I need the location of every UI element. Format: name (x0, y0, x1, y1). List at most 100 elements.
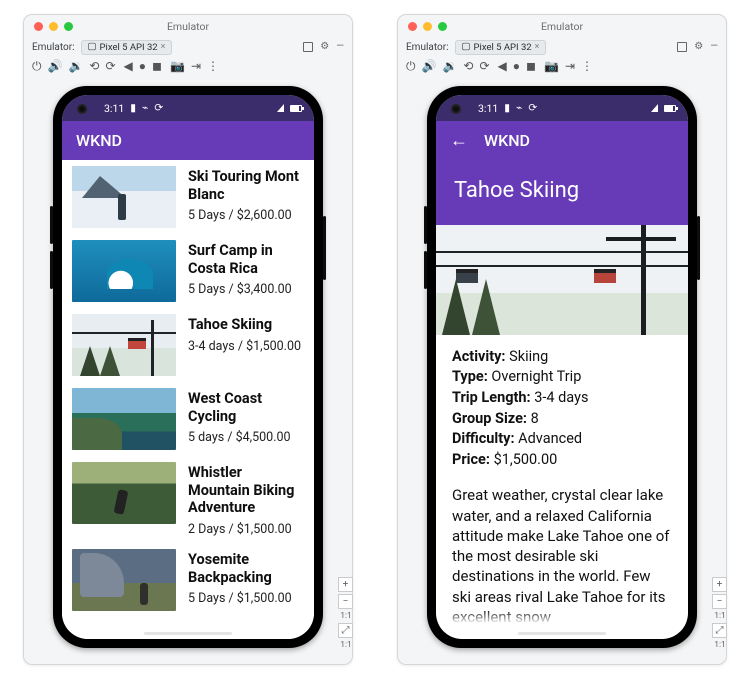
minimize-panel-icon[interactable]: — (710, 42, 718, 52)
volume-down-button[interactable] (50, 251, 53, 289)
overview-icon[interactable]: ◼ (152, 60, 162, 72)
screenshot-icon[interactable]: 📷 (170, 60, 185, 72)
status-bar: 3:11 ▮ ⌁ ⟳ (62, 95, 314, 121)
rotate-left-icon[interactable]: ⟲ (89, 60, 99, 72)
status-bar: 3:11 ▮ ⌁ ⟳ (436, 95, 688, 121)
step-icon[interactable]: ⇥ (565, 60, 575, 72)
volume-down-icon[interactable]: 🔉 (68, 60, 83, 72)
window-title: Emulator (24, 20, 352, 33)
detail-body[interactable]: Activity: Skiing Type: Overnight Trip Tr… (436, 335, 688, 639)
rotate-right-icon[interactable]: ⟳ (479, 60, 489, 72)
device-tab[interactable]: ▢ Pixel 5 API 32 × (81, 40, 173, 55)
volume-up-button[interactable] (424, 206, 427, 244)
more-icon[interactable]: ⋮ (581, 60, 593, 72)
window-mode-icon[interactable] (677, 42, 687, 52)
app-bar: ← WKND (436, 121, 688, 160)
device-frame: 3:11 ▮ ⌁ ⟳ WKND (53, 86, 323, 648)
list-item[interactable]: Yosemite Backpacking 5 Days / $1,500.00 (62, 543, 314, 617)
item-title: Surf Camp in Costa Rica (188, 242, 304, 277)
rotate-right-icon[interactable]: ⟳ (105, 60, 115, 72)
emulator-window-list: Emulator Emulator: ▢ Pixel 5 API 32 × ⚙ … (23, 14, 353, 665)
volume-down-icon[interactable]: 🔉 (442, 60, 457, 72)
list-item[interactable]: Whistler Mountain Biking Adventure 2 Day… (62, 456, 314, 543)
zoom-fit-button[interactable]: ⤢ (712, 623, 727, 638)
front-camera (77, 104, 87, 114)
back-icon[interactable]: ◀ (498, 60, 507, 72)
list-item[interactable]: Ski Touring Mont Blanc 5 Days / $2,600.0… (62, 160, 314, 234)
detail-description: Great weather, crystal clear lake water,… (452, 485, 672, 627)
thumbnail-image (72, 388, 176, 450)
emulator-toolbar: ⏻ 🔊 🔉 ⟲ ⟳ ◀ ● ◼ 📷 ⇥ ⋮ (398, 57, 726, 77)
emulator-window-detail: Emulator Emulator: ▢ Pixel 5 API 32 × ⚙ … (397, 14, 727, 665)
rotate-left-icon[interactable]: ⟲ (463, 60, 473, 72)
device-tab-label: Pixel 5 API 32 (100, 42, 158, 53)
power-icon[interactable]: ⏻ (406, 60, 416, 72)
zoom-label: 1:1 (712, 640, 728, 650)
debug-icon: ⌁ (142, 103, 148, 114)
close-tab-icon[interactable]: × (535, 42, 540, 52)
home-icon[interactable]: ● (139, 60, 146, 72)
sync-icon: ⟳ (154, 103, 163, 114)
volume-down-button[interactable] (424, 251, 427, 289)
volume-up-button[interactable] (50, 206, 53, 244)
thumbnail-image (72, 462, 176, 524)
overview-icon[interactable]: ◼ (526, 60, 536, 72)
more-icon[interactable]: ⋮ (207, 60, 219, 72)
item-subtitle: 5 Days / $1,500.00 (188, 591, 304, 606)
gear-icon[interactable]: ⚙ (694, 42, 703, 52)
thumbnail-image (72, 549, 176, 611)
back-arrow-icon[interactable]: ← (450, 132, 468, 150)
app-bar: WKND (62, 121, 314, 160)
list-item[interactable]: Tahoe Skiing 3-4 days / $1,500.00 (62, 308, 314, 382)
debug-icon: ⌁ (516, 103, 522, 114)
gear-icon[interactable]: ⚙ (320, 42, 329, 52)
item-title: Yosemite Backpacking (188, 551, 304, 586)
screenshot-icon[interactable]: 📷 (544, 60, 559, 72)
notification-icon: ▮ (504, 103, 510, 114)
status-time: 3:11 (104, 102, 124, 115)
gesture-bar[interactable] (144, 632, 232, 635)
back-icon[interactable]: ◀ (124, 60, 133, 72)
detail-title: Tahoe Skiing (454, 178, 579, 203)
adventure-list[interactable]: Ski Touring Mont Blanc 5 Days / $2,600.0… (62, 160, 314, 639)
close-tab-icon[interactable]: × (161, 42, 166, 52)
list-item[interactable]: West Coast Cycling 5 days / $4,500.00 (62, 382, 314, 456)
zoom-in-button[interactable]: + (338, 577, 353, 592)
field-group-size: Group Size: 8 (452, 409, 672, 429)
window-titlebar[interactable]: Emulator (24, 15, 352, 37)
zoom-fit-button[interactable]: ⤢ (338, 623, 353, 638)
window-mode-icon[interactable] (303, 42, 313, 52)
volume-up-icon[interactable]: 🔊 (48, 60, 63, 72)
volume-up-icon[interactable]: 🔊 (422, 60, 437, 72)
device-icon: ▢ (88, 42, 97, 52)
field-difficulty: Difficulty: Advanced (452, 429, 672, 449)
item-subtitle: 5 Days / $2,600.00 (188, 208, 304, 223)
signal-icon (277, 104, 284, 112)
power-button[interactable] (697, 216, 700, 280)
emulator-label: Emulator: (32, 42, 75, 53)
zoom-in-button[interactable]: + (712, 577, 727, 592)
battery-icon (664, 105, 676, 112)
app-title: WKND (484, 131, 530, 150)
notification-icon: ▮ (130, 103, 136, 114)
zoom-out-button[interactable]: − (712, 594, 727, 609)
gesture-bar[interactable] (518, 632, 606, 635)
signal-icon (651, 104, 658, 112)
minimize-panel-icon[interactable]: — (336, 42, 344, 52)
step-icon[interactable]: ⇥ (191, 60, 201, 72)
zoom-label: 1:1 (712, 611, 728, 621)
device-tab-label: Pixel 5 API 32 (474, 42, 532, 53)
home-icon[interactable]: ● (513, 60, 520, 72)
field-trip-length: Trip Length: 3-4 days (452, 388, 672, 408)
window-titlebar[interactable]: Emulator (398, 15, 726, 37)
thumbnail-image (72, 166, 176, 228)
device-tab[interactable]: ▢ Pixel 5 API 32 × (455, 40, 547, 55)
list-item[interactable]: Surf Camp in Costa Rica 5 Days / $3,400.… (62, 234, 314, 308)
device-frame: 3:11 ▮ ⌁ ⟳ ← WKND (427, 86, 697, 648)
item-subtitle: 5 days / $4,500.00 (188, 430, 304, 445)
item-title: West Coast Cycling (188, 390, 304, 425)
detail-image (436, 225, 688, 335)
power-button[interactable] (323, 216, 326, 280)
zoom-out-button[interactable]: − (338, 594, 353, 609)
power-icon[interactable]: ⏻ (32, 60, 42, 72)
